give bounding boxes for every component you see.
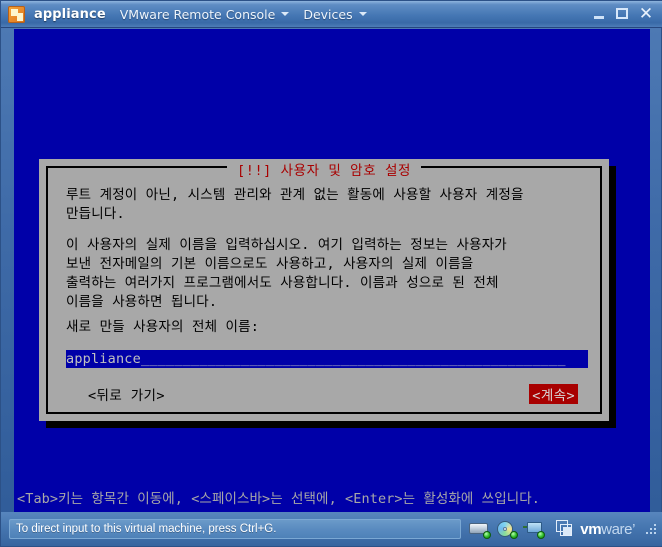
close-icon[interactable]: ✕ [637, 5, 655, 23]
hard-disk-icon[interactable] [469, 520, 492, 539]
window-title: appliance [34, 6, 106, 22]
network-adapter-icon[interactable] [523, 520, 546, 539]
status-bar: To direct input to this virtual machine,… [1, 512, 662, 546]
full-name-input[interactable]: appliance_______________________________… [66, 350, 588, 368]
vm-appliance-icon [8, 5, 25, 23]
device-status-icons [469, 520, 546, 539]
window-titlebar: appliance VMware Remote Console Devices … [1, 1, 662, 28]
installer-dialog-title-text: [!!] 사용자 및 암호 설정 [227, 163, 421, 179]
installer-dialog-title: [!!] 사용자 및 암호 설정 [48, 159, 600, 179]
cd-dvd-status-led [510, 531, 519, 539]
status-message-box: To direct input to this virtual machine,… [9, 519, 462, 539]
maximize-icon[interactable] [614, 5, 632, 23]
menu-vmware-remote-console-label: VMware Remote Console [119, 6, 276, 22]
cd-dvd-icon[interactable] [496, 520, 519, 539]
vmware-logo: vmware’ [556, 519, 639, 539]
vmware-remote-console-window: appliance VMware Remote Console Devices … [0, 0, 662, 547]
window-controls: ✕ [586, 5, 662, 23]
vmware-mark-icon [556, 519, 575, 539]
virtual-machine-screen[interactable]: [!!] 사용자 및 암호 설정 루트 계정이 아닌, 시스템 관리와 관계 없… [14, 29, 650, 514]
go-back-button[interactable]: <뒤로 가기> [88, 384, 165, 404]
menu-devices-label: Devices [303, 6, 353, 22]
vmware-wordmark-tm: ’ [632, 520, 635, 538]
vmware-wordmark: vmware’ [580, 521, 635, 538]
resize-grip[interactable] [645, 523, 657, 535]
installer-dialog-frame: [!!] 사용자 및 암호 설정 루트 계정이 아닌, 시스템 관리와 관계 없… [46, 163, 602, 414]
vmware-wordmark-vm: vm [580, 520, 602, 538]
dialog-paragraph-2: 이 사용자의 실제 이름을 입력하십시오. 여기 입력하는 정보는 사용자가 보… [66, 237, 507, 310]
dialog-prompt-label: 새로 만들 사용자의 전체 이름: [66, 319, 260, 335]
network-status-led [537, 531, 546, 539]
status-message: To direct input to this virtual machine,… [16, 523, 277, 535]
chevron-down-icon [358, 12, 367, 16]
minimize-icon[interactable] [591, 5, 609, 23]
vmware-wordmark-ware: ware [601, 520, 633, 538]
menu-devices[interactable]: Devices [303, 6, 367, 22]
dialog-paragraph-1: 루트 계정이 아닌, 시스템 관리와 관계 없는 활동에 사용할 사용자 계정을… [66, 187, 524, 222]
installer-key-help: <Tab>키는 항목간 이동에, <스페이스바>는 선택에, <Enter>는 … [17, 491, 540, 507]
continue-button[interactable]: <계속> [529, 384, 578, 404]
menu-vmware-remote-console[interactable]: VMware Remote Console [120, 7, 290, 22]
installer-dialog: [!!] 사용자 및 암호 설정 루트 계정이 아닌, 시스템 관리와 관계 없… [39, 159, 609, 421]
hard-disk-status-led [483, 531, 492, 539]
chevron-down-icon [281, 12, 290, 16]
